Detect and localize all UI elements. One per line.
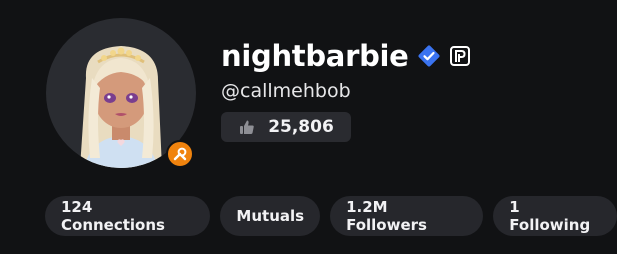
profile-header: nightbarbie @callmehbob 25,806 124 Conne [0, 0, 617, 254]
following-button[interactable]: 1 Following [493, 196, 617, 236]
stat-row: 124 Connections Mutuals 1.2M Followers 1… [45, 196, 617, 236]
wrench-icon[interactable] [166, 140, 194, 168]
mutuals-button[interactable]: Mutuals [220, 196, 321, 236]
thumbs-up-icon [238, 118, 256, 136]
username: @callmehbob [221, 80, 351, 102]
followers-button[interactable]: 1.2M Followers [330, 196, 484, 236]
name-row: nightbarbie [221, 36, 471, 76]
connections-button[interactable]: 124 Connections [45, 196, 211, 236]
display-name: nightbarbie [221, 39, 409, 73]
likes-pill: 25,806 [221, 112, 351, 142]
verified-badge-icon [417, 44, 441, 68]
avatar-container[interactable] [46, 18, 196, 168]
premium-icon [449, 45, 471, 67]
likes-count: 25,806 [268, 117, 334, 137]
